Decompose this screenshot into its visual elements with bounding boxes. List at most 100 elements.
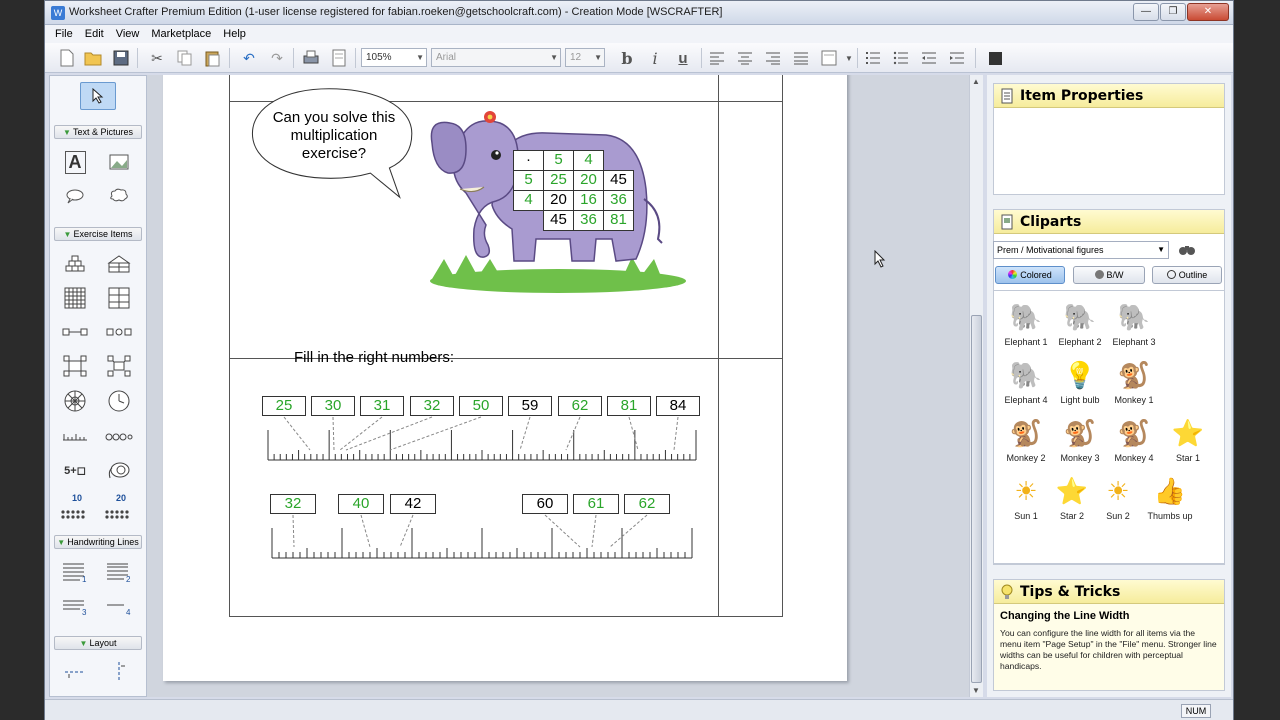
clipart-item[interactable]: ☀ Sun 2 (1090, 471, 1146, 527)
font-size-select[interactable]: 12 ▼ (565, 48, 605, 67)
number-wall-tool-icon[interactable] (60, 352, 90, 380)
table-tool-icon[interactable] (104, 284, 134, 312)
cut-icon[interactable]: ✂ (147, 48, 167, 68)
redo-icon[interactable]: ↷ (267, 48, 287, 68)
ruler-tool-icon[interactable] (60, 422, 90, 450)
horizontal-divider-tool-icon[interactable] (60, 658, 90, 686)
scroll-down-icon[interactable]: ▼ (972, 686, 980, 695)
clipart-item[interactable]: 🐒 Monkey 1 (1106, 355, 1162, 411)
cliparts-header[interactable]: Cliparts (994, 210, 1224, 234)
clipart-item[interactable]: 🐒 Monkey 4 (1106, 413, 1162, 469)
item-properties-header[interactable]: Item Properties (994, 84, 1224, 108)
save-icon[interactable] (111, 48, 131, 68)
clipart-item[interactable]: 🐘 Elephant 4 (998, 355, 1054, 411)
clipart-item[interactable]: 🐒 Monkey 3 (1052, 413, 1108, 469)
handwriting-lines-2-icon[interactable]: 2 (104, 558, 134, 586)
menu-edit[interactable]: Edit (85, 28, 104, 40)
operator-chain-tool-icon[interactable] (104, 318, 134, 346)
image-tool-icon[interactable] (104, 148, 134, 176)
thought-bubble-tool-icon[interactable] (104, 182, 134, 210)
elephant-stamp-tool-icon[interactable] (104, 456, 134, 484)
dot-field-20-tool-icon[interactable] (102, 500, 136, 528)
scrollbar-thumb[interactable] (971, 315, 982, 683)
outline-mode-button[interactable]: Outline (1152, 266, 1222, 284)
clipart-item[interactable]: 🐒 Monkey 2 (998, 413, 1054, 469)
binoculars-search-icon[interactable] (1177, 241, 1197, 259)
dot-field-10-tool-icon[interactable] (58, 500, 92, 528)
page-setup-icon[interactable] (329, 48, 349, 68)
toolbar-separator (293, 48, 294, 68)
app-window: W Worksheet Crafter Premium Edition (1-u… (44, 0, 1234, 720)
clipart-item[interactable]: ⭐ Star 1 (1160, 413, 1216, 469)
toolbar-separator (137, 48, 138, 68)
scroll-up-icon[interactable]: ▲ (972, 77, 980, 86)
section-text-pictures[interactable]: ▼ Text & Pictures (54, 125, 142, 139)
number-house-tool-icon[interactable] (104, 250, 134, 278)
italic-button[interactable]: i (645, 48, 665, 68)
pointer-tool-icon[interactable] (80, 82, 116, 110)
print-icon[interactable] (301, 48, 321, 68)
grid-tool-icon[interactable] (60, 284, 90, 312)
clipart-category-select[interactable]: Prem / Motivational figures ▼ (993, 241, 1169, 259)
close-button[interactable]: ✕ (1187, 3, 1229, 21)
document-canvas[interactable]: Can you solve this multiplication exerci… (147, 75, 969, 697)
font-select[interactable]: Arial ▼ (431, 48, 561, 67)
open-folder-icon[interactable] (83, 48, 103, 68)
section-layout[interactable]: ▼ Layout (54, 636, 142, 650)
monkey-icon: 🐒 (1117, 417, 1151, 448)
handwriting-lines-4-icon[interactable]: 4 (104, 592, 134, 620)
number-jumps-tool-icon[interactable] (104, 422, 134, 450)
align-justify-icon[interactable] (791, 48, 811, 68)
minimize-button[interactable]: — (1133, 3, 1159, 21)
align-center-icon[interactable] (735, 48, 755, 68)
clipart-item[interactable]: 💡 Light bulb (1052, 355, 1108, 411)
underline-button[interactable]: u (673, 48, 693, 68)
zoom-select[interactable]: 105% ▼ (361, 48, 427, 67)
arithmetic-tool-icon[interactable]: 5+◻ (58, 456, 92, 484)
clipart-item[interactable]: 👍 Thumbs up (1142, 471, 1198, 527)
section-exercise-items[interactable]: ▼ Exercise Items (54, 227, 142, 241)
bold-button[interactable]: b (617, 48, 637, 68)
clipart-item[interactable]: 🐘 Elephant 2 (1052, 297, 1108, 353)
menu-marketplace[interactable]: Marketplace (151, 28, 211, 40)
paste-icon[interactable] (203, 48, 223, 68)
target-wheel-tool-icon[interactable] (60, 387, 90, 415)
clock-tool-icon[interactable] (104, 387, 134, 415)
color-swatch-icon[interactable] (985, 48, 1005, 68)
speech-bubble-tool-icon[interactable] (60, 182, 90, 210)
elephant-icon: 🐘 (1009, 359, 1043, 390)
text-frame-icon[interactable] (819, 48, 839, 68)
bw-mode-button[interactable]: B/W (1073, 266, 1145, 284)
indent-icon[interactable] (947, 48, 967, 68)
numbered-list-icon[interactable] (863, 48, 883, 68)
handwriting-lines-3-icon[interactable]: 3 (60, 592, 90, 620)
menu-view[interactable]: View (116, 28, 140, 40)
vertical-divider-tool-icon[interactable] (104, 658, 134, 686)
tools-panel: ▼ Text & Pictures A ▼ Exercise Items 5+◻ 1… (49, 75, 147, 697)
chevron-down-icon: ▼ (1157, 245, 1165, 254)
colored-mode-button[interactable]: Colored (995, 266, 1065, 284)
clipart-item[interactable]: 🐘 Elephant 1 (998, 297, 1054, 353)
maximize-button[interactable]: ❐ (1160, 3, 1186, 21)
text-tool-icon[interactable]: A (60, 148, 90, 176)
menu-file[interactable]: File (55, 28, 73, 40)
new-document-icon[interactable] (57, 48, 77, 68)
menu-help[interactable]: Help (223, 28, 246, 40)
section-handwriting-lines[interactable]: ▼ Handwriting Lines (54, 535, 142, 549)
vertical-scrollbar[interactable]: ▲ ▼ (969, 75, 983, 697)
copy-icon[interactable] (175, 48, 195, 68)
cross-numbers-tool-icon[interactable] (104, 352, 134, 380)
arrow-chain-tool-icon[interactable] (60, 318, 90, 346)
clipart-item[interactable]: 🐘 Elephant 3 (1106, 297, 1162, 353)
bullet-list-icon[interactable] (891, 48, 911, 68)
align-left-icon[interactable] (707, 48, 727, 68)
window-title: Worksheet Crafter Premium Edition (1-use… (69, 6, 723, 18)
tips-header[interactable]: Tips & Tricks (994, 580, 1224, 604)
align-right-icon[interactable] (763, 48, 783, 68)
chevron-down-icon[interactable]: ▼ (839, 48, 859, 68)
outdent-icon[interactable] (919, 48, 939, 68)
worksheet-page[interactable]: Can you solve this multiplication exerci… (163, 75, 847, 681)
handwriting-lines-1-icon[interactable]: 1 (60, 558, 90, 586)
undo-icon[interactable]: ↶ (239, 48, 259, 68)
number-pyramid-tool-icon[interactable] (60, 250, 90, 278)
